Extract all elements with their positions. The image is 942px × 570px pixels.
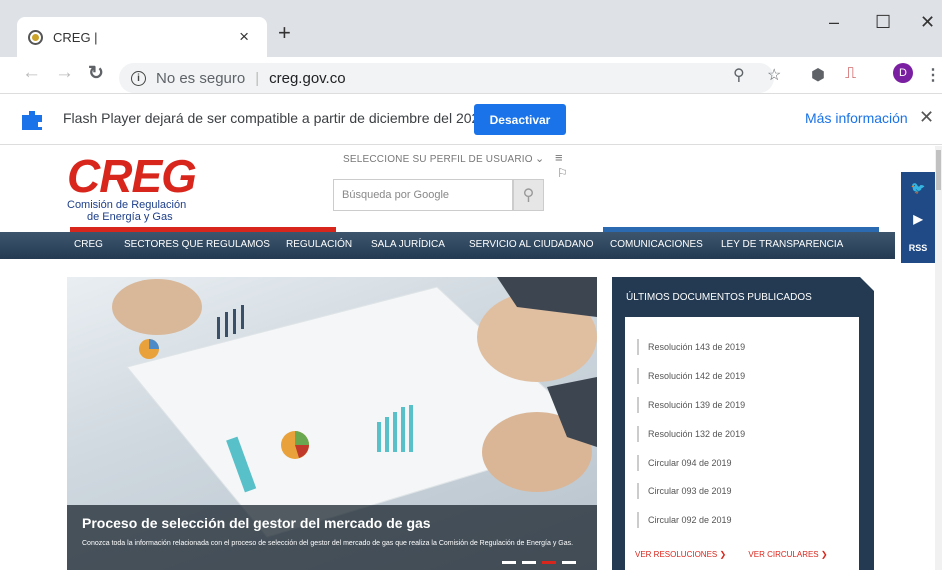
chevron-down-icon[interactable]: ⌄ <box>535 152 544 165</box>
scrollbar[interactable] <box>935 146 942 570</box>
tab-strip: CREG | × + – ☐ ✕ <box>0 0 942 57</box>
web-page: CREG Comisión de Regulación de Energía y… <box>0 146 935 570</box>
hero-title[interactable]: Proceso de selección del gestor del merc… <box>82 515 431 531</box>
info-icon[interactable]: i <box>131 70 146 86</box>
hamburger-icon[interactable]: ≡ <box>555 150 563 165</box>
security-label: No es seguro <box>156 69 246 87</box>
menu-item-sectores[interactable]: SECTORES QUE REGULAMOS <box>124 239 270 250</box>
divider: | <box>255 69 260 87</box>
zoom-icon[interactable]: ⚲ <box>733 65 745 85</box>
reload-icon[interactable]: ↻ <box>88 62 104 85</box>
youtube-icon[interactable]: ▶ <box>901 203 935 234</box>
menu-item-creg[interactable]: CREG <box>74 239 103 250</box>
rss-icon[interactable]: RSS <box>901 232 935 263</box>
hero-description: Conozca toda la información relacionada … <box>82 540 574 547</box>
pdf-icon[interactable]: ⎍ <box>845 65 856 83</box>
tab-title: CREG | <box>53 29 98 45</box>
maximize-button[interactable]: ☐ <box>875 12 891 33</box>
browser-tab[interactable]: CREG | × <box>17 17 267 57</box>
slider-dot[interactable] <box>502 561 516 564</box>
main-menu: CREG SECTORES QUE REGULAMOS REGULACIÓN S… <box>0 232 895 259</box>
docs-heading: ÚLTIMOS DOCUMENTOS PUBLICADOS <box>626 292 812 303</box>
latest-documents-panel: ÚLTIMOS DOCUMENTOS PUBLICADOS Resolución… <box>612 277 874 570</box>
ver-resoluciones-link[interactable]: VER RESOLUCIONES ❯ <box>635 550 726 559</box>
puzzle-icon <box>22 111 42 130</box>
doc-link[interactable]: Resolución 139 de 2019 <box>637 397 745 413</box>
creg-logo[interactable]: CREG Comisión de Regulación de Energía y… <box>67 153 217 228</box>
doc-link[interactable]: Resolución 132 de 2019 <box>637 426 745 442</box>
doc-link[interactable]: Resolución 143 de 2019 <box>637 339 745 355</box>
url-text[interactable]: creg.gov.co <box>269 70 345 87</box>
slider-dot[interactable] <box>522 561 536 564</box>
address-bar[interactable]: i No es seguro | creg.gov.co <box>119 63 774 93</box>
menu-item-transparencia[interactable]: LEY DE TRANSPARENCIA <box>721 239 843 250</box>
flash-message: Flash Player dejará de ser compatible a … <box>63 110 492 126</box>
search-icon[interactable]: ⚲ <box>513 179 544 211</box>
slider-dot-active[interactable] <box>542 561 556 564</box>
menu-item-sala-juridica[interactable]: SALA JURÍDICA <box>371 239 445 250</box>
doc-link[interactable]: Circular 094 de 2019 <box>637 455 732 471</box>
logo-line-2: de Energía y Gas <box>87 211 173 223</box>
tab-close-icon[interactable]: × <box>239 27 249 47</box>
browser-toolbar: ← → ↻ i No es seguro | creg.gov.co ⚲ ☆ ⬢… <box>0 57 942 93</box>
search-input[interactable]: Búsqueda por Google <box>333 179 513 211</box>
star-icon[interactable]: ☆ <box>767 65 781 85</box>
infobar-close-icon[interactable]: ✕ <box>919 107 934 128</box>
back-icon[interactable]: ← <box>22 62 41 84</box>
extension-icon[interactable]: ⬢ <box>811 65 825 85</box>
docs-links: VER RESOLUCIONES ❯ VER CIRCULARES ❯ <box>635 550 828 559</box>
doc-link[interactable]: Circular 092 de 2019 <box>637 512 732 528</box>
ver-circulares-link[interactable]: VER CIRCULARES ❯ <box>748 550 827 559</box>
perfil-select[interactable]: SELECCIONE SU PERFIL DE USUARIO <box>343 154 533 165</box>
menu-icon[interactable]: ⋮ <box>925 65 941 85</box>
twitter-icon[interactable]: 🐦 <box>901 172 935 203</box>
scrollbar-thumb[interactable] <box>936 150 941 190</box>
desactivar-button[interactable]: Desactivar <box>474 104 566 135</box>
menu-item-servicio[interactable]: SERVICIO AL CIUDADANO <box>469 239 593 250</box>
slider-dot[interactable] <box>562 561 576 564</box>
menu-item-regulacion[interactable]: REGULACIÓN <box>286 239 352 250</box>
hero-slider[interactable]: Proceso de selección del gestor del merc… <box>67 277 597 570</box>
minimize-button[interactable]: – <box>829 12 839 33</box>
flash-infobar: Flash Player dejará de ser compatible a … <box>0 93 942 145</box>
doc-link[interactable]: Resolución 142 de 2019 <box>637 368 745 384</box>
doc-link[interactable]: Circular 093 de 2019 <box>637 483 732 499</box>
new-tab-button[interactable]: + <box>278 22 291 44</box>
forward-icon[interactable]: → <box>55 62 74 84</box>
window-close-button[interactable]: ✕ <box>920 12 935 33</box>
docs-list: Resolución 143 de 2019 Resolución 142 de… <box>625 317 859 570</box>
menu-item-comunicaciones[interactable]: COMUNICACIONES <box>610 239 703 250</box>
slider-dots <box>502 561 576 564</box>
flag-icon[interactable]: ⚐ <box>557 166 568 180</box>
mas-informacion-link[interactable]: Más información <box>805 110 908 126</box>
profile-avatar[interactable]: D <box>893 63 913 83</box>
favicon-icon <box>28 29 43 45</box>
logo-letters: CREG <box>67 150 197 202</box>
